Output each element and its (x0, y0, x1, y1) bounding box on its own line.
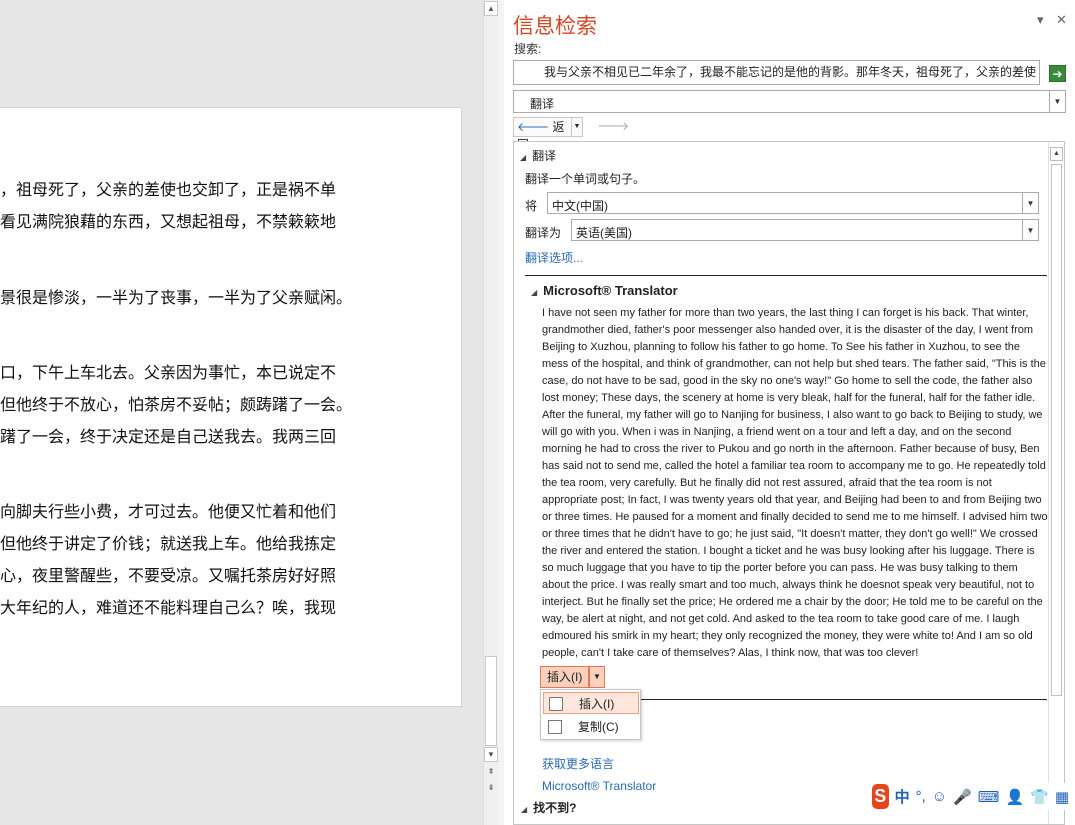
emoji-icon[interactable]: ☺ (932, 788, 947, 805)
toolbox-icon[interactable]: ▦ (1055, 788, 1069, 806)
menu-item-copy[interactable]: 复制(C) (543, 716, 639, 738)
translation-result: I have not seen my father for more than … (542, 307, 1048, 659)
scroll-up-button[interactable]: ▲ (1050, 147, 1063, 161)
results-scrollbar[interactable]: ▲ (1048, 142, 1064, 824)
back-history-dropdown[interactable]: ▼ (572, 117, 583, 137)
copy-icon (548, 720, 562, 734)
arrow-left-icon: 🡐 (517, 120, 550, 134)
search-label: 搜索: (514, 42, 542, 56)
prev-page-button[interactable]: ⇞ (484, 765, 498, 780)
doc-line: 躇了一会，终于决定还是自己送我去。我两三回 (0, 427, 337, 446)
document-area[interactable]: ，祖母死了，父亲的差使也交卸了，正是祸不单 看见满院狼藉的东西，又想起祖母，不禁… (0, 0, 483, 825)
arrow-right-icon: 🡒 (597, 119, 630, 133)
start-search-button[interactable]: ➔ (1049, 65, 1066, 82)
document-page[interactable]: ，祖母死了，父亲的差使也交卸了，正是祸不单 看见满院狼藉的东西，又想起祖母，不禁… (0, 107, 462, 707)
collapse-triangle-icon: ◢ (520, 153, 527, 162)
divider (605, 699, 1047, 700)
input-mode-toggle[interactable]: 中 (895, 786, 910, 807)
doc-line: 向脚夫行些小费，才可过去。他便又忙着和他们 (0, 502, 337, 521)
translator-section-header[interactable]: ◢ Microsoft® Translator (531, 283, 678, 298)
ime-toolbar: S 中 °, ☺ 🎤 ⌨ 👤 👕 ▦ (872, 783, 1075, 810)
menu-item-insert[interactable]: 插入(I) (543, 692, 639, 714)
sogou-logo-icon[interactable]: S (872, 784, 889, 809)
skin-icon[interactable]: 👕 (1030, 788, 1049, 806)
scroll-thumb[interactable] (1051, 164, 1062, 696)
microsoft-translator-link[interactable]: Microsoft® Translator (542, 779, 656, 793)
collapse-triangle-icon: ◢ (521, 805, 528, 814)
to-language-label: 翻译为 (525, 226, 562, 240)
chevron-down-icon: ▼ (1022, 193, 1038, 213)
from-language-select[interactable]: 中文(中国) ▼ (547, 192, 1039, 214)
chevron-down-icon: ▼ (593, 672, 601, 681)
punctuation-toggle[interactable]: °, (916, 788, 926, 805)
chevron-down-icon: ▼ (1049, 91, 1065, 112)
divider (525, 275, 1047, 276)
get-more-languages-link[interactable]: 获取更多语言 (542, 755, 614, 772)
pane-options-icon[interactable]: ▾ (1037, 12, 1044, 28)
not-found-section-header[interactable]: ◢ 找不到? (521, 799, 577, 816)
microphone-icon[interactable]: 🎤 (953, 788, 972, 806)
doc-line: 大年纪的人，难道还不能料理自己么？唉，我现 (0, 598, 337, 617)
insert-context-menu: 插入(I) 复制(C) (540, 689, 641, 740)
from-language-label: 将 (525, 199, 538, 213)
translation-options-link[interactable]: 翻译选项... (525, 249, 583, 266)
user-icon[interactable]: 👤 (1005, 788, 1024, 806)
reference-service-select[interactable]: 翻译 ▼ (513, 90, 1066, 113)
service-value: 翻译 (530, 97, 555, 111)
scroll-thumb[interactable] (485, 656, 497, 746)
doc-line: 口，下午上车北去。父亲因为事忙，本已说定不 (0, 363, 337, 382)
pane-title: 信息检索 (513, 14, 597, 38)
doc-line: 但他终于不放心，怕茶房不妥帖；颇踌躇了一会。 (0, 395, 353, 414)
to-language-select[interactable]: 英语(美国) ▼ (571, 219, 1039, 241)
doc-line: 看见满院狼藉的东西，又想起祖母，不禁簌簌地 (0, 212, 337, 231)
doc-line: 景很是惨淡，一半为了丧事，一半为了父亲赋闲。 (0, 288, 353, 307)
next-page-button[interactable]: ⇟ (484, 781, 498, 796)
search-input[interactable]: 我与父亲不相见已二年余了，我最不能忘记的是他的背影。那年冬天，祖母死了，父亲的差… (513, 60, 1040, 85)
insert-dropdown-button[interactable]: ▼ (589, 666, 605, 688)
doc-line: 但他终于讲定了价钱；就送我上车。他给我拣定 (0, 534, 337, 553)
translate-section-header[interactable]: ◢ 翻译 (520, 147, 556, 164)
keyboard-icon[interactable]: ⌨ (978, 788, 1000, 806)
insert-button[interactable]: 插入(I) (540, 666, 589, 688)
close-icon[interactable]: ✕ (1056, 12, 1067, 28)
chevron-down-icon: ▼ (1022, 220, 1038, 240)
translate-description: 翻译一个单词或句子。 (525, 172, 646, 186)
doc-line: ，祖母死了，父亲的差使也交卸了，正是祸不单 (0, 180, 337, 199)
doc-line: 心，夜里警醒些，不要受凉。又嘱托茶房好好照 (0, 566, 337, 585)
arrow-right-icon: ➔ (1052, 67, 1063, 81)
document-vertical-scrollbar[interactable]: ▲ ▼ ⇞ ⇟ (483, 0, 498, 825)
forward-button[interactable]: 🡒 ▼ (592, 117, 636, 150)
back-button[interactable]: 🡐 返回 (513, 117, 572, 152)
scroll-up-button[interactable]: ▲ (484, 1, 498, 16)
insert-icon (549, 697, 563, 711)
scroll-down-button[interactable]: ▼ (484, 747, 498, 762)
collapse-triangle-icon: ◢ (531, 288, 538, 297)
